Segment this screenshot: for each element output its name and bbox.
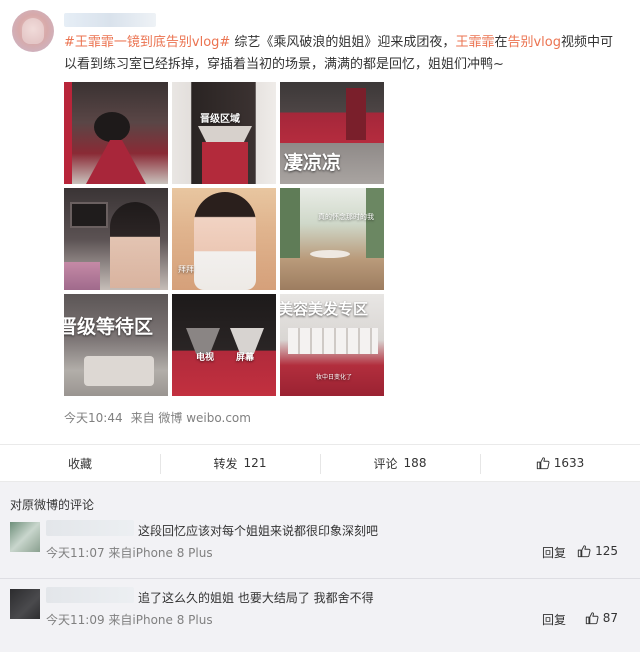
repost-count: 121	[243, 456, 267, 470]
mention-link[interactable]: 王霏霏	[455, 35, 494, 50]
comment-text: 追了这么久的姐姐 也要大结局了 我都舍不得	[138, 591, 374, 605]
post-time[interactable]: 今天10:44	[64, 411, 123, 425]
post-image-5[interactable]: 拜拜	[172, 188, 276, 290]
post-text-segment: 在	[494, 35, 508, 50]
comments-title: 对原微博的评论	[10, 498, 95, 512]
post-text-segment: 综艺《乘风破浪的姐姐》迎来成团夜，	[230, 35, 456, 50]
comment-like-count: 125	[595, 544, 618, 558]
image-grid: 晋级区域 凄凉凉 拜拜 真的怀念那时的我 晋级等待区 电视 屏幕 美容美发专区 …	[64, 82, 384, 398]
comment-count: 188	[403, 456, 427, 470]
comment-label: 评论	[373, 456, 398, 471]
image-caption: 晋级区域	[200, 114, 240, 125]
thumbs-up-icon	[536, 457, 550, 470]
thumbs-up-icon	[577, 545, 591, 558]
action-bar: 收藏 转发 121 评论 188 1633	[0, 444, 640, 482]
image-caption: 拜拜	[178, 265, 194, 274]
comment-time: 今天11:07 来自iPhone 8 Plus	[46, 546, 213, 560]
reply-button[interactable]: 回复	[542, 544, 566, 561]
commenter-avatar[interactable]	[10, 522, 40, 552]
post-meta: 今天10:44 来自 微博 weibo.com	[64, 409, 259, 426]
post-image-4[interactable]	[64, 188, 168, 290]
post-image-3[interactable]: 凄凉凉	[280, 82, 384, 184]
weibo-post: #王霏霏一镜到底告别vlog# 综艺《乘风破浪的姐姐》迎来成团夜，王霏霏在告别v…	[0, 0, 640, 444]
vlog-link[interactable]: 告别vlog	[507, 35, 561, 50]
comments-section: 对原微博的评论 这段回忆应该对每个姐姐来说都很印象深刻吧 今天11:07 来自i…	[0, 482, 640, 652]
comment-like-count: 87	[602, 611, 618, 625]
comment-time: 今天11:09 来自iPhone 8 Plus	[46, 613, 213, 627]
post-source: 来自 微博 weibo.com	[130, 411, 251, 425]
post-image-2[interactable]: 晋级区域	[172, 82, 276, 184]
comment-like-button[interactable]: 125	[577, 544, 618, 558]
username-blurred[interactable]	[64, 13, 156, 27]
image-caption: 电视	[196, 353, 215, 363]
comment-text: 这段回忆应该对每个姐姐来说都很印象深刻吧	[138, 524, 379, 538]
comment-button[interactable]: 评论 188	[320, 445, 480, 481]
post-image-1[interactable]	[64, 82, 168, 184]
post-image-9[interactable]: 美容美发专区 妆中日变化了	[280, 294, 384, 396]
image-subcaption: 妆中日变化了	[316, 374, 353, 381]
repost-label: 转发	[213, 456, 238, 471]
post-image-7[interactable]: 晋级等待区	[64, 294, 168, 396]
image-caption: 美容美发专区	[280, 300, 369, 318]
post-text: #王霏霏一镜到底告别vlog# 综艺《乘风破浪的姐姐》迎来成团夜，王霏霏在告别v…	[64, 32, 624, 76]
favorite-label: 收藏	[67, 456, 92, 471]
comment-item: 这段回忆应该对每个姐姐来说都很印象深刻吧 今天11:07 来自iPhone 8 …	[0, 512, 640, 578]
reply-button[interactable]: 回复	[542, 611, 566, 628]
image-caption: 晋级等待区	[64, 316, 154, 338]
comment-item: 追了这么久的姐姐 也要大结局了 我都舍不得 今天11:09 来自iPhone 8…	[0, 578, 640, 644]
post-image-6[interactable]: 真的怀念那时的我	[280, 188, 384, 290]
like-button[interactable]: 1633	[480, 445, 640, 481]
hashtag-link[interactable]: #王霏霏一镜到底告别vlog#	[64, 35, 230, 50]
thumbs-up-icon	[585, 612, 599, 625]
like-count: 1633	[553, 456, 585, 470]
commenter-name-blurred[interactable]	[46, 520, 134, 536]
commenter-avatar[interactable]	[10, 589, 40, 619]
post-image-8[interactable]: 电视 屏幕	[172, 294, 276, 396]
commenter-name-blurred[interactable]	[46, 587, 134, 603]
favorite-button[interactable]: 收藏	[0, 445, 160, 481]
image-caption: 真的怀念那时的我	[318, 213, 374, 221]
user-avatar[interactable]	[12, 10, 54, 52]
image-caption: 凄凉凉	[284, 152, 342, 174]
comment-like-button[interactable]: 87	[585, 611, 618, 625]
repost-button[interactable]: 转发 121	[160, 445, 320, 481]
image-caption: 屏幕	[236, 353, 255, 363]
